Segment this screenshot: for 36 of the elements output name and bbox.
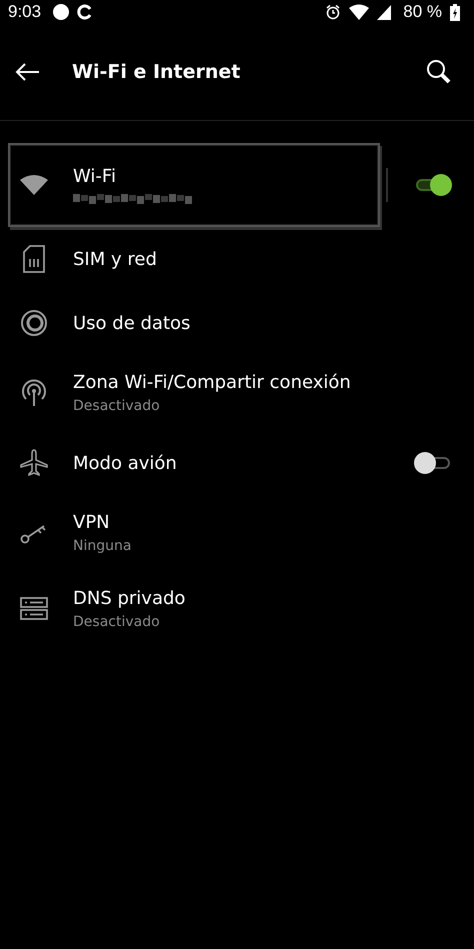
hotspot-icon xyxy=(20,379,48,407)
alarm-icon xyxy=(325,4,342,20)
item-summary: Desactivado xyxy=(73,614,161,630)
settings-item[interactable]: SIM y red xyxy=(8,227,448,291)
sim-card-icon xyxy=(23,245,45,273)
page-title: Wi-Fi e Internet xyxy=(72,61,242,83)
settings-item[interactable]: VPN Ninguna xyxy=(8,495,448,571)
server-icon xyxy=(20,597,48,621)
sync-icon xyxy=(77,4,94,20)
toggle-switch[interactable] xyxy=(414,173,452,197)
item-title: Wi-Fi xyxy=(73,166,117,187)
wifi-icon xyxy=(20,174,48,196)
battery-charging-icon xyxy=(450,4,460,20)
status-time: 9:03 xyxy=(8,2,42,22)
item-title: Modo avión xyxy=(73,452,177,474)
circle-icon xyxy=(53,4,70,20)
airplane-icon xyxy=(20,449,48,477)
settings-item[interactable]: Wi-Fi xyxy=(8,143,380,227)
data-usage-icon xyxy=(20,309,48,337)
item-title: Uso de datos xyxy=(73,312,190,334)
settings-item[interactable]: Zona Wi-Fi/Compartir conexión Desactivado xyxy=(8,355,448,431)
search-icon xyxy=(426,59,452,85)
battery-percent: 80 % xyxy=(403,2,442,22)
item-title: DNS privado xyxy=(73,588,186,609)
toggle-switch[interactable] xyxy=(414,451,452,475)
cell-signal-icon xyxy=(377,4,392,20)
item-summary: Desactivado xyxy=(73,398,161,414)
item-title: Zona Wi-Fi/Compartir conexión xyxy=(73,372,351,393)
settings-item[interactable]: DNS privado Desactivado xyxy=(8,571,448,647)
wifi-signal-icon xyxy=(349,4,370,20)
back-arrow-icon xyxy=(14,62,40,82)
item-title: VPN xyxy=(73,512,111,533)
item-title: SIM y red xyxy=(73,248,157,270)
item-summary: Ninguna xyxy=(73,538,132,554)
settings-item[interactable]: Modo avión xyxy=(8,431,414,495)
settings-item[interactable]: Uso de datos xyxy=(8,291,448,355)
